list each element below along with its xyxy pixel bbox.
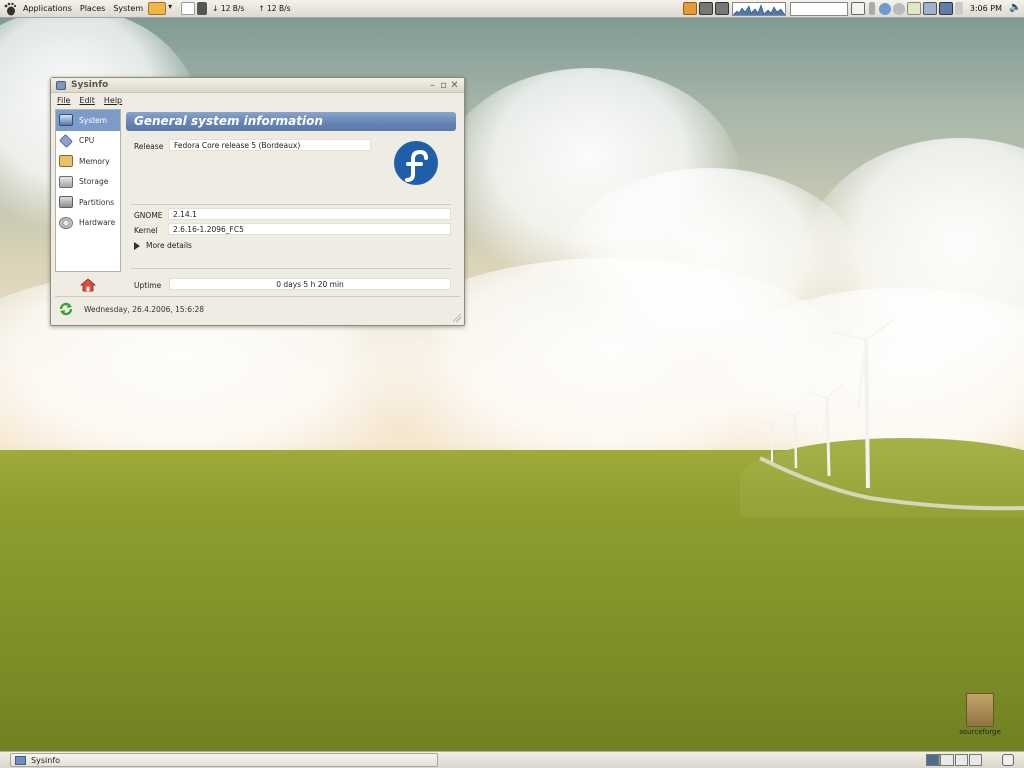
menu-places[interactable]: Places (76, 0, 109, 18)
clock[interactable]: 3:06 PM (964, 4, 1008, 13)
sidebar-item-label: Memory (79, 156, 110, 166)
kernel-label: Kernel (134, 226, 158, 235)
partitions-icon (59, 196, 73, 209)
sidebar-item-label: Storage (79, 177, 109, 187)
taskbar-button-label: Sysinfo (31, 755, 60, 765)
category-sidebar: System CPU Memory Storage Partitions Har… (55, 109, 121, 272)
bottom-panel: Sysinfo (0, 751, 1024, 768)
sidebar-item-label: System (79, 115, 107, 125)
weather-icon[interactable] (148, 2, 167, 15)
gnome-label: GNOME (134, 211, 163, 220)
workspace-3[interactable] (954, 754, 968, 766)
folder-icon (966, 693, 994, 727)
kernel-value: 2.6.16-1.2096_FC5 (168, 223, 451, 235)
display-icon[interactable] (938, 2, 953, 15)
trash-icon[interactable] (1002, 754, 1014, 766)
upload-rate: ↑ 12 B/s (258, 4, 291, 13)
menu-edit-label: Edit (79, 95, 95, 105)
monitor-icon (59, 114, 73, 127)
menu-system[interactable]: System (109, 0, 147, 18)
upload-rate-value: 12 B/s (267, 4, 291, 13)
window-app-icon (56, 80, 66, 90)
release-value: Fedora Core release 5 (Bordeaux) (169, 139, 371, 151)
sidebar-item-storage[interactable]: Storage (56, 172, 120, 193)
terminal-icon[interactable] (714, 2, 729, 15)
close-button[interactable]: ✕ (449, 80, 460, 91)
sidebar-item-label: Hardware (79, 218, 116, 228)
sysinfo-window[interactable]: Sysinfo – ▫ ✕ File Edit Help System CPU … (50, 77, 465, 326)
taskbar-button-sysinfo[interactable]: Sysinfo (10, 753, 438, 767)
sidebar-item-partitions[interactable]: Partitions (56, 192, 120, 213)
bluetooth-icon[interactable] (878, 2, 891, 15)
update-icon[interactable] (682, 2, 697, 15)
storage-icon (59, 175, 73, 188)
chevron-down-icon[interactable]: ▾ (168, 2, 174, 15)
hardware-icon (59, 216, 73, 229)
fedora-logo (394, 141, 438, 185)
memory-icon (59, 155, 73, 168)
status-datetime: Wednesday, 26.4.2006, 15:6:28 (84, 305, 205, 314)
sidebar-item-system[interactable]: System (56, 110, 120, 131)
sidebar-item-cpu[interactable]: CPU (56, 131, 120, 152)
more-details-expander[interactable]: More details (134, 241, 192, 250)
menu-help[interactable]: Help (104, 96, 122, 105)
top-panel: Applications Places System ▾ ↓ 12 B/s ↑ … (0, 0, 1024, 18)
window-app-icon (15, 755, 26, 765)
volume-icon[interactable]: 🔈 (1009, 2, 1023, 15)
download-rate-value: 12 B/s (220, 4, 245, 13)
network-monitor-icon[interactable] (197, 2, 208, 15)
menu-file-label: File (57, 95, 71, 105)
workspace-switcher[interactable] (926, 754, 982, 766)
uptime-label: Uptime (134, 281, 162, 290)
window-titlebar[interactable]: Sysinfo – ▫ ✕ (51, 78, 464, 93)
workspace-1[interactable] (926, 754, 940, 766)
sidebar-item-label: CPU (79, 136, 95, 146)
desktop-icon-sourceforge[interactable]: sourceforge (952, 693, 1008, 736)
terminal-icon[interactable] (698, 2, 713, 15)
notes-icon[interactable] (181, 2, 196, 15)
minimize-button[interactable]: – (427, 80, 438, 91)
uptime-value: 0 days 5 h 20 min (169, 278, 451, 290)
sidebar-item-memory[interactable]: Memory (56, 151, 120, 172)
applet-field[interactable] (789, 1, 848, 16)
refresh-icon[interactable] (59, 302, 73, 316)
window-title: Sysinfo (71, 80, 109, 90)
window-list-icon[interactable] (850, 2, 865, 15)
section-header: General system information (126, 112, 456, 131)
gnome-foot-icon[interactable] (3, 2, 17, 16)
separator-handle (868, 2, 875, 15)
menu-help-label: Help (103, 95, 123, 105)
resize-grip[interactable] (453, 314, 461, 322)
maximize-button[interactable]: ▫ (438, 80, 449, 91)
expander-arrow-icon (134, 241, 140, 250)
gnome-value: 2.14.1 (168, 208, 451, 220)
disk-icon[interactable] (892, 2, 905, 15)
menu-edit[interactable]: Edit (79, 96, 95, 105)
menu-applications[interactable]: Applications (19, 0, 76, 18)
desktop-icon-label: sourceforge (959, 728, 1001, 736)
menu-file[interactable]: File (57, 96, 70, 105)
workspace-2[interactable] (940, 754, 954, 766)
home-icon[interactable] (80, 278, 96, 292)
more-details-label: More details (146, 241, 192, 250)
sidebar-item-hardware[interactable]: Hardware (56, 213, 120, 234)
sidebar-item-label: Partitions (79, 197, 115, 207)
workspace-4[interactable] (968, 754, 982, 766)
separator (131, 268, 451, 269)
download-rate: ↓ 12 B/s (212, 4, 245, 13)
release-label: Release (134, 142, 164, 151)
network-icon[interactable] (922, 2, 937, 15)
cpu-icon (59, 133, 73, 148)
power-plug-icon[interactable] (954, 2, 963, 15)
statusbar-separator (55, 296, 460, 297)
chat-icon[interactable] (906, 2, 921, 15)
system-monitor-graph[interactable] (731, 1, 786, 16)
separator (131, 204, 451, 205)
menubar: File Edit Help (51, 93, 464, 107)
